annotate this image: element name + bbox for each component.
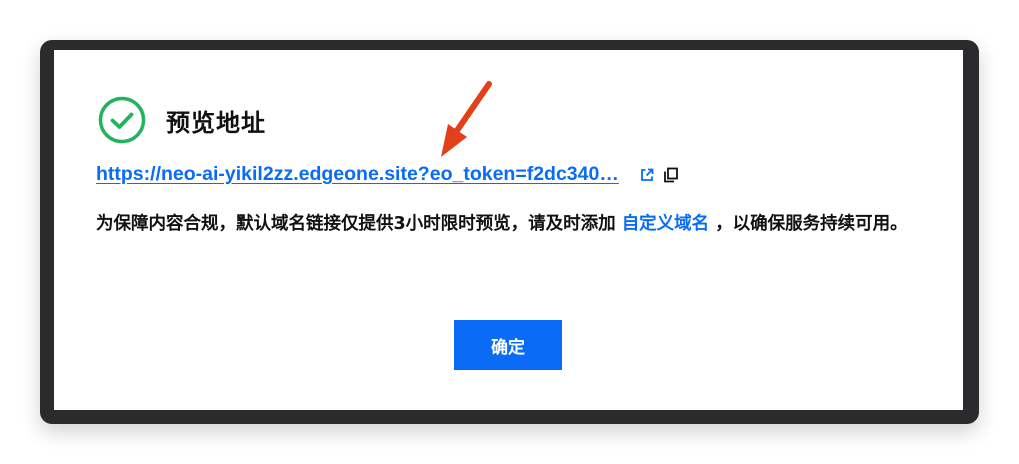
custom-domain-link[interactable]: 自定义域名 [616,214,716,234]
preview-dialog: 预览地址 https://neo-ai-yikil2zz.edgeone.sit… [54,50,963,410]
dialog-title: 预览地址 [166,108,266,137]
preview-url-row: https://neo-ai-yikil2zz.edgeone.site?eo_… [96,163,679,186]
compliance-notice: 为保障内容合规，默认域名链接仅提供3小时限时预览，请及时添加 自定义域名 ，以确保服… [96,210,936,238]
check-circle-icon [98,96,146,144]
external-link-icon[interactable] [639,167,655,183]
notice-text-start: 为保障内容合规，默认域名链接仅提供3小时限时预览，请及时添加 [96,214,616,234]
confirm-button[interactable]: 确定 [454,320,562,370]
dialog-header: 预览地址 [98,96,266,144]
copy-icon[interactable] [663,167,679,183]
dialog-frame: 预览地址 https://neo-ai-yikil2zz.edgeone.sit… [40,40,979,424]
preview-url-link[interactable]: https://neo-ai-yikil2zz.edgeone.site?eo_… [96,163,619,186]
notice-text-end: ，以确保服务持续可用。 [715,214,908,234]
